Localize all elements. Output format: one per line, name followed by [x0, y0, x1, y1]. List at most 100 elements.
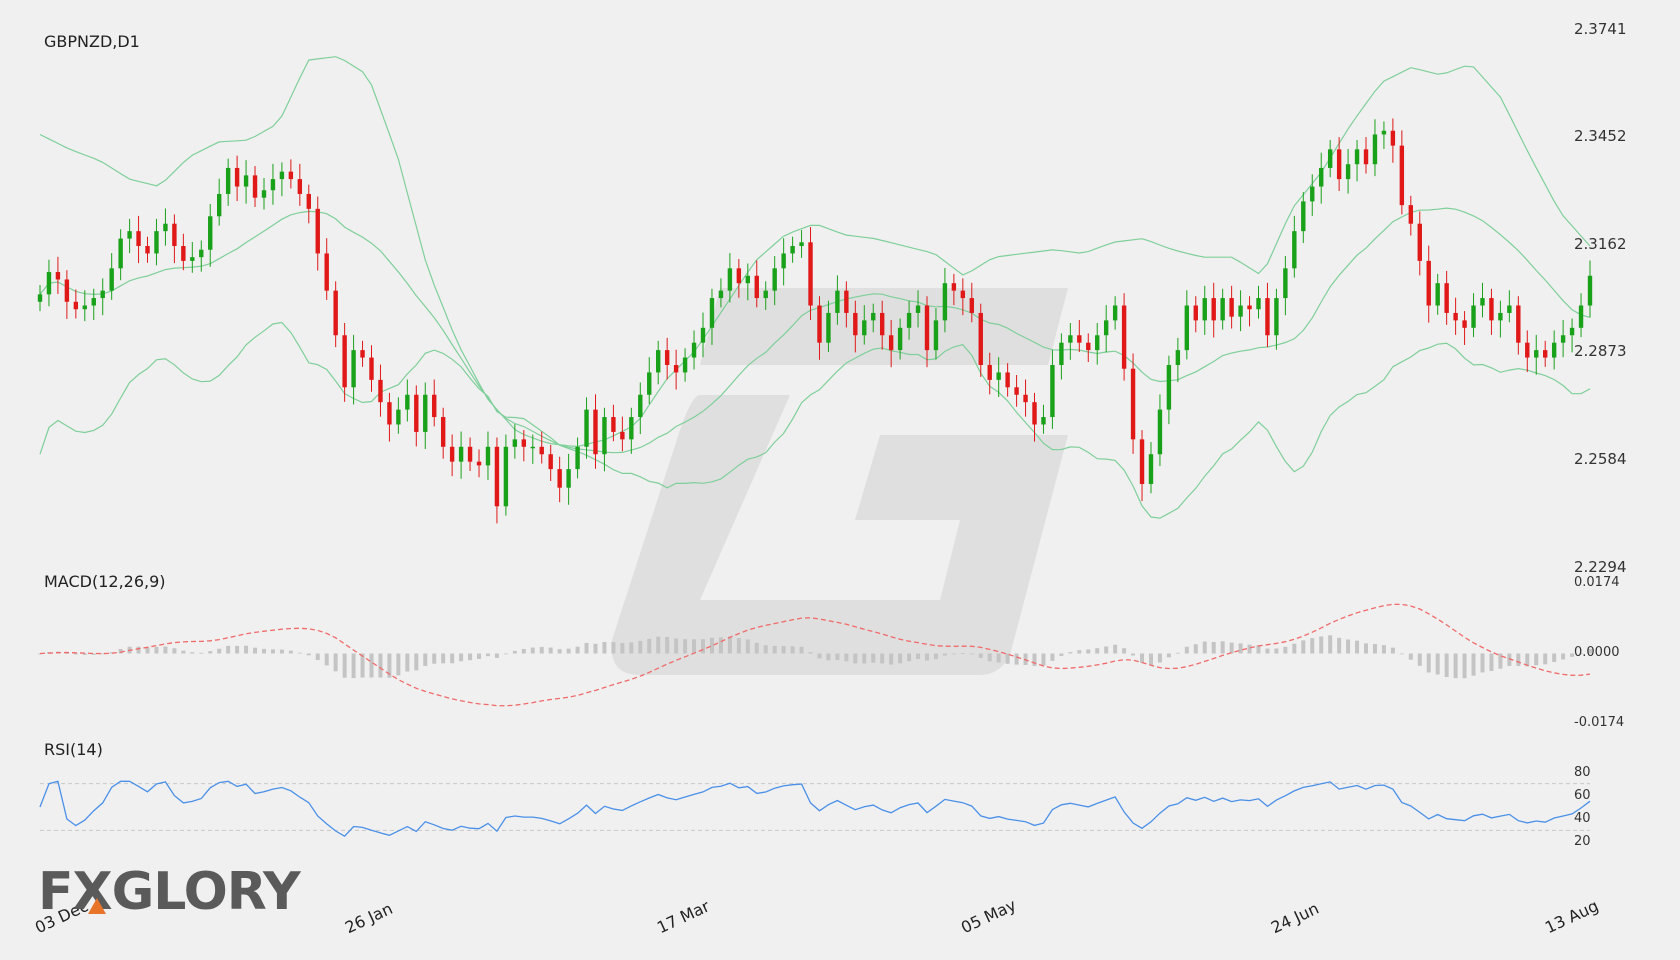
macd-histogram-bar: [468, 653, 473, 661]
candle-body: [503, 446, 509, 507]
macd-histogram-bar: [1319, 636, 1324, 654]
macd-histogram-bar: [1301, 640, 1306, 654]
macd-histogram-bar: [1274, 648, 1279, 654]
macd-histogram-bar: [1193, 644, 1198, 654]
candle-body: [647, 372, 652, 395]
candle-body: [1211, 298, 1216, 321]
candle-body: [369, 357, 374, 380]
macd-histogram-bar: [889, 653, 894, 665]
candle-body: [1498, 312, 1503, 321]
candle-body: [709, 298, 715, 328]
candle-body: [1112, 305, 1118, 321]
macd-histogram-bar: [306, 653, 311, 656]
macd-histogram-bar: [503, 653, 508, 655]
candle-body: [602, 417, 607, 455]
candle-body: [1336, 149, 1342, 180]
macd-histogram-bar: [1364, 643, 1369, 654]
macd-histogram-bar: [1202, 641, 1207, 654]
macd-histogram-bar: [208, 651, 213, 654]
macd-histogram-bar: [423, 653, 428, 666]
candle-body: [1032, 402, 1037, 425]
candle-body: [405, 394, 410, 410]
rsi-tick: 40: [1574, 811, 1591, 826]
candle-body: [754, 275, 759, 299]
macd-histogram-bar: [1175, 652, 1180, 654]
candle-body: [1301, 201, 1306, 232]
macd-histogram-bar: [1435, 653, 1440, 675]
macd-histogram-bar: [1095, 648, 1100, 654]
candle-body: [1408, 205, 1414, 224]
candle-body: [960, 290, 966, 299]
candle-body: [297, 179, 303, 194]
candle-body: [225, 167, 231, 194]
candle-body: [100, 290, 105, 299]
candle-body: [1265, 298, 1270, 336]
candle-body: [718, 290, 724, 299]
bollinger-bands: [39, 56, 1591, 519]
candle-body: [270, 179, 276, 191]
candle-body: [208, 216, 213, 250]
macd-histogram-bar: [1086, 649, 1091, 654]
candle-body: [969, 298, 974, 313]
macd-histogram-bar: [1050, 653, 1055, 661]
candle-body: [673, 364, 679, 373]
candle-body: [763, 290, 768, 299]
candle-body: [808, 242, 813, 306]
macd-histogram-bar: [512, 650, 517, 654]
candle-body: [1578, 305, 1584, 328]
macd-histogram-bar: [1390, 647, 1395, 654]
macd-histogram-bar: [1328, 635, 1333, 654]
candle-body: [1453, 312, 1458, 321]
price-tick: 2.2584: [1574, 450, 1627, 468]
candle-body: [1148, 454, 1154, 484]
macd-histogram-bar: [1543, 653, 1548, 665]
macd-histogram-bar: [1561, 653, 1566, 660]
candle-body: [835, 290, 840, 313]
candle-body: [691, 342, 697, 358]
macd-histogram-bar: [656, 636, 661, 654]
macd-histogram-bar: [1148, 653, 1153, 665]
candle-body: [1247, 305, 1252, 310]
candle-body: [423, 394, 428, 432]
macd-histogram-bar: [647, 638, 652, 654]
candle-body: [288, 171, 294, 180]
macd-tick: 0.0174: [1574, 575, 1620, 590]
candle-body: [315, 208, 320, 254]
macd-histogram-bar: [1283, 646, 1288, 654]
candle-body: [656, 350, 661, 373]
macd-histogram-bar: [270, 649, 275, 654]
macd-histogram-bar: [333, 653, 338, 672]
candle-body: [790, 246, 795, 254]
macd-histogram-bar: [136, 646, 141, 654]
macd-histogram-bar: [1516, 653, 1521, 667]
candle-body: [1310, 186, 1315, 202]
macd-histogram-bar: [1346, 639, 1351, 654]
macd-histogram-bar: [1113, 644, 1118, 654]
macd-histogram-bar: [853, 653, 858, 664]
candle-body: [1023, 394, 1028, 403]
candle-body: [996, 372, 1001, 380]
candle-body: [1086, 342, 1091, 351]
macd-histogram-bar: [217, 648, 222, 654]
macd-histogram-bar: [745, 639, 750, 654]
candle-body: [915, 305, 921, 313]
macd-histogram-bar: [548, 647, 553, 654]
candle-body: [127, 231, 132, 239]
macd-histogram-bar: [253, 647, 258, 654]
candle-body: [279, 171, 285, 180]
macd-histogram-bar: [862, 653, 867, 664]
candle-body: [924, 305, 930, 351]
price-tick: 2.2873: [1574, 342, 1627, 360]
macd-histogram-bar: [1166, 653, 1171, 658]
rsi-tick: 20: [1574, 834, 1591, 849]
macd-histogram-bar: [844, 653, 849, 662]
macd-histogram-bar: [835, 653, 840, 661]
candle-body: [557, 469, 562, 488]
macd-histogram-bar: [602, 641, 607, 654]
candle-body: [512, 439, 518, 447]
macd-histogram-bar: [396, 653, 401, 676]
candle-body: [252, 175, 258, 198]
rsi-line: [39, 780, 1591, 838]
candle-body: [700, 327, 706, 343]
macd-histogram-bar: [692, 639, 697, 654]
